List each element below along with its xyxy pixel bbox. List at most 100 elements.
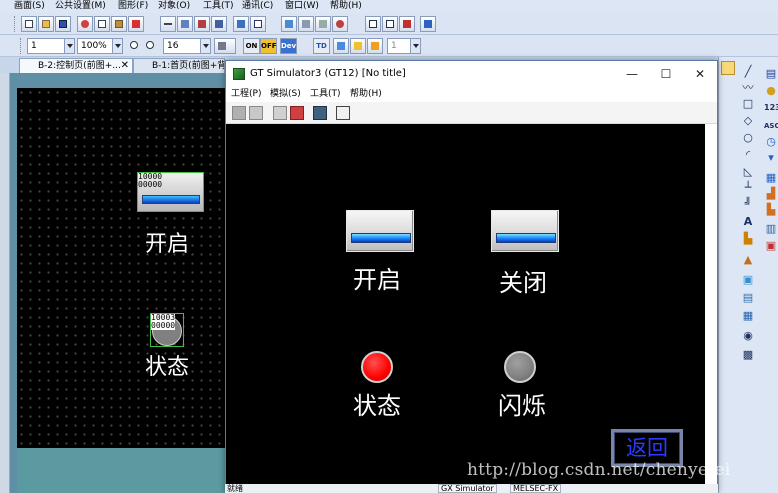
menu-object[interactable]: 对象(O)	[158, 0, 190, 13]
new-icon[interactable]	[21, 16, 37, 32]
recipe-icon[interactable]: ▥	[764, 222, 778, 236]
zoom-in-icon[interactable]	[127, 38, 143, 54]
sim-menu-project[interactable]: 工程(P)	[231, 87, 261, 102]
script-icon[interactable]: ▣	[764, 239, 778, 253]
order-icon[interactable]	[177, 16, 193, 32]
grid-select[interactable]: 16	[163, 38, 211, 54]
export-icon[interactable]	[382, 16, 398, 32]
menu-screen[interactable]: 画面(S)	[14, 0, 45, 13]
alarm-icon[interactable]: ▦	[764, 171, 778, 185]
td-button[interactable]: TD	[313, 38, 330, 54]
layer-both-icon[interactable]	[367, 38, 383, 54]
align-icon[interactable]	[160, 16, 176, 32]
zoom-select[interactable]: 100%	[77, 38, 123, 54]
switch-tool-icon[interactable]: ▩	[741, 348, 755, 362]
screen-icon[interactable]	[233, 16, 249, 32]
image-icon[interactable]: ▣	[741, 273, 755, 287]
switch-open-button[interactable]	[346, 210, 414, 252]
sim-menu-tools[interactable]: 工具(T)	[310, 87, 341, 102]
lamp-tool-icon[interactable]: ◉	[741, 329, 755, 343]
graph-icon[interactable]: ▟	[764, 187, 778, 201]
import-icon[interactable]	[365, 16, 381, 32]
library-icon[interactable]	[399, 16, 415, 32]
lamp-palette-icon[interactable]: ●	[764, 84, 778, 98]
tab-home-page[interactable]: B-1:首页(前图+背...	[133, 58, 225, 73]
wizard-icon[interactable]	[420, 16, 436, 32]
line-icon[interactable]: ╱	[741, 65, 755, 79]
group-icon[interactable]	[194, 16, 210, 32]
menu-communication[interactable]: 通讯(C)	[242, 0, 273, 13]
editor-lamp-object[interactable]: 10003 00000	[150, 313, 184, 347]
on-button[interactable]: ON	[243, 38, 260, 54]
device-display-button[interactable]: Dev	[280, 38, 297, 54]
scale-icon[interactable]: ┴	[741, 181, 755, 195]
copy-icon[interactable]	[94, 16, 110, 32]
simulator-window: GT Simulator3 (GT12) [No title] — ☐ ✕ 工程…	[225, 60, 718, 493]
menu-window[interactable]: 窗口(W)	[285, 0, 319, 13]
blink-lamp-label: 闪烁	[498, 392, 546, 420]
text-icon[interactable]: A	[741, 215, 755, 229]
minimize-icon[interactable]: —	[615, 61, 649, 87]
menu-help[interactable]: 帮助(H)	[330, 0, 362, 13]
read-icon[interactable]	[298, 16, 314, 32]
sim-start-icon[interactable]	[232, 106, 246, 120]
grid-toggle-icon[interactable]	[214, 38, 236, 54]
editor-switch-label[interactable]: 开启	[145, 226, 189, 258]
circle-icon[interactable]: ○	[741, 131, 755, 145]
trend-icon[interactable]: ▙	[764, 203, 778, 217]
layer-back-icon[interactable]	[350, 38, 366, 54]
numerical-icon[interactable]: 123	[764, 101, 778, 115]
sim-stop-icon[interactable]	[290, 106, 304, 120]
simulator-titlebar[interactable]: GT Simulator3 (GT12) [No title] — ☐ ✕	[226, 61, 717, 87]
maximize-icon[interactable]: ☐	[649, 61, 683, 87]
piping-icon[interactable]: ╝	[741, 197, 755, 211]
object-icon[interactable]: ▦	[741, 309, 755, 323]
close-icon[interactable]: ✕	[683, 61, 717, 87]
clock-icon[interactable]: ◷	[764, 135, 778, 149]
sector-icon[interactable]: ◺	[741, 165, 755, 179]
dxf-icon[interactable]: ▤	[741, 291, 755, 305]
state-select[interactable]: 1	[387, 38, 421, 54]
check-icon[interactable]	[332, 16, 348, 32]
sim-menu-simulate[interactable]: 模拟(S)	[270, 87, 301, 102]
rectangle-icon[interactable]: □	[741, 97, 755, 111]
editor-lamp-label[interactable]: 状态	[145, 349, 189, 381]
menu-figure[interactable]: 图形(F)	[118, 0, 148, 13]
tab-control-page[interactable]: B-2:控制页(前图+... ✕	[19, 58, 133, 73]
bit-switch-icon[interactable]: ▤	[764, 67, 778, 81]
open-icon[interactable]	[38, 16, 54, 32]
close-icon[interactable]: ✕	[121, 59, 129, 73]
menu-common-settings[interactable]: 公共设置(M)	[55, 0, 106, 13]
layer-front-icon[interactable]	[333, 38, 349, 54]
verify-icon[interactable]	[315, 16, 331, 32]
comment-icon[interactable]: ▙	[741, 232, 755, 246]
sim-menu-help[interactable]: 帮助(H)	[350, 87, 382, 102]
polygon-icon[interactable]: ◇	[741, 114, 755, 128]
paint-icon[interactable]: ▲	[741, 253, 755, 267]
paste-icon[interactable]	[111, 16, 127, 32]
delete-icon[interactable]	[128, 16, 144, 32]
text-abc-icon[interactable]	[250, 16, 266, 32]
editor-canvas[interactable]	[17, 88, 225, 448]
sim-monitor-icon[interactable]	[313, 106, 327, 120]
off-button[interactable]: OFF	[260, 38, 277, 54]
message-icon[interactable]: ▾	[764, 151, 778, 165]
transfer-icon[interactable]	[281, 16, 297, 32]
arc-icon[interactable]: ◜	[741, 148, 755, 162]
save-icon[interactable]	[55, 16, 71, 32]
polyline-icon[interactable]: 〰	[741, 81, 755, 95]
switch-close-button[interactable]	[491, 210, 559, 252]
toolbar-grip[interactable]	[20, 38, 23, 54]
sim-open-icon[interactable]	[249, 106, 263, 120]
pin-icon[interactable]	[721, 61, 735, 75]
menu-tools[interactable]: 工具(T)	[203, 0, 234, 13]
zoom-out-icon[interactable]	[143, 38, 159, 54]
sim-device-icon[interactable]	[273, 106, 287, 120]
layer-select[interactable]: 1	[27, 38, 75, 54]
editor-switch-object[interactable]: 10000 00000	[137, 172, 204, 212]
ungroup-icon[interactable]	[211, 16, 227, 32]
sim-settings-icon[interactable]	[336, 106, 350, 120]
ascii-icon[interactable]: ASC	[764, 119, 778, 133]
cut-icon[interactable]	[77, 16, 93, 32]
toolbar-grip[interactable]	[14, 16, 17, 32]
